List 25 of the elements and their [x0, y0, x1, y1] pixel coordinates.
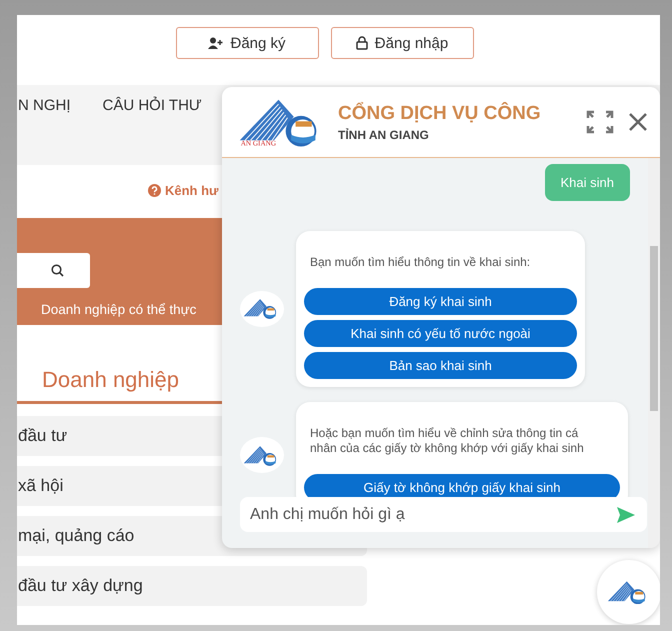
section-title: Doanh nghiệp — [41, 367, 180, 393]
banner-caption: Doanh nghiệp có thể thực — [41, 302, 196, 317]
nav-link[interactable]: N NGHỊ — [18, 97, 70, 165]
option-button[interactable]: Đăng ký khai sinh — [304, 288, 577, 315]
bot-message-text: Bạn muốn tìm hiểu thông tin về khai sinh: — [309, 255, 532, 271]
option-button[interactable]: Khai sinh có yếu tố nước ngoài — [304, 320, 577, 347]
help-icon — [148, 184, 161, 196]
user-message: Khai sinh — [544, 164, 630, 201]
chat-launcher-button[interactable] — [597, 560, 660, 624]
lock-icon — [356, 36, 368, 50]
nav-link[interactable]: CÂU HỎI THƯ — [102, 97, 202, 165]
search-icon — [51, 264, 64, 277]
register-button[interactable]: Đăng ký — [176, 27, 318, 59]
chat-title: CỔNG DỊCH VỤ CÔNG — [338, 102, 542, 124]
message-input[interactable]: Anh chị muốn hỏi gì ạ — [240, 497, 647, 532]
search-field[interactable] — [17, 253, 90, 288]
expand-button[interactable] — [586, 110, 614, 134]
close-button[interactable] — [628, 112, 648, 132]
category-item[interactable]: đầu tư xây dựng — [17, 566, 367, 606]
login-button[interactable]: Đăng nhập — [330, 27, 474, 59]
option-button[interactable]: Bản sao khai sinh — [304, 352, 577, 379]
chat-subtitle: TỈNH AN GIANG — [338, 128, 430, 142]
send-icon[interactable] — [617, 507, 635, 523]
scrollbar[interactable] — [648, 158, 660, 548]
user-plus-icon — [208, 36, 224, 50]
